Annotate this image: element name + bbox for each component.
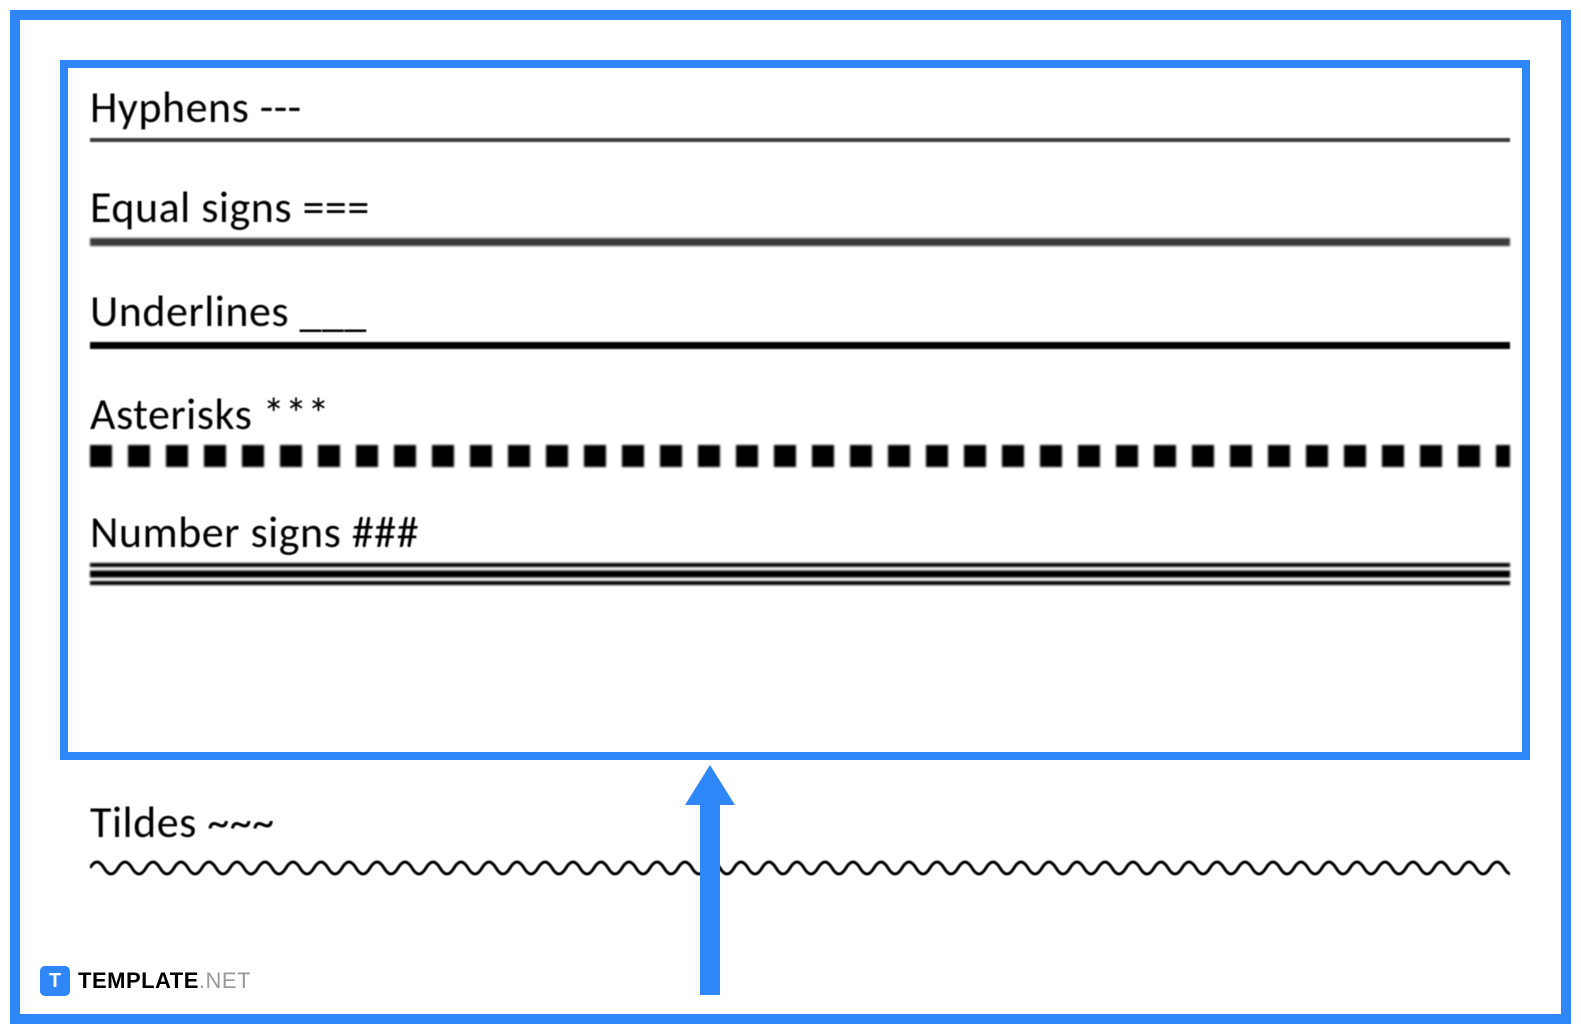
- label-tildes: Tildes ~~~: [90, 795, 1510, 849]
- watermark-icon: T: [40, 966, 70, 996]
- line-asterisks: [90, 445, 1510, 467]
- label-asterisks: Asterisks ***: [90, 387, 1510, 441]
- label-equals: Equal signs ===: [90, 180, 1510, 234]
- row-tildes: Tildes ~~~: [90, 795, 1510, 883]
- line-underlines: [90, 342, 1510, 349]
- row-hyphens: Hyphens ---: [90, 80, 1510, 142]
- watermark-domain: .NET: [199, 968, 251, 993]
- label-underlines: Underlines ___: [90, 284, 1510, 338]
- line-numbers: [90, 563, 1510, 585]
- outer-frame: Hyphens --- Equal signs === Underlines _…: [10, 10, 1571, 1024]
- label-numbers: Number signs ###: [90, 505, 1510, 559]
- line-tildes: [90, 853, 1510, 883]
- watermark-icon-letter: T: [49, 970, 61, 993]
- watermark: T TEMPLATE.NET: [40, 966, 251, 996]
- row-numbers: Number signs ###: [90, 505, 1510, 585]
- watermark-brand: TEMPLATE: [78, 968, 199, 993]
- line-equals: [90, 238, 1510, 246]
- row-underlines: Underlines ___: [90, 284, 1510, 349]
- label-hyphens: Hyphens ---: [90, 80, 1510, 134]
- watermark-text: TEMPLATE.NET: [78, 968, 251, 994]
- row-asterisks: Asterisks ***: [90, 387, 1510, 467]
- row-equals: Equal signs ===: [90, 180, 1510, 246]
- line-hyphens: [90, 138, 1510, 142]
- content-area: Hyphens --- Equal signs === Underlines _…: [90, 80, 1510, 585]
